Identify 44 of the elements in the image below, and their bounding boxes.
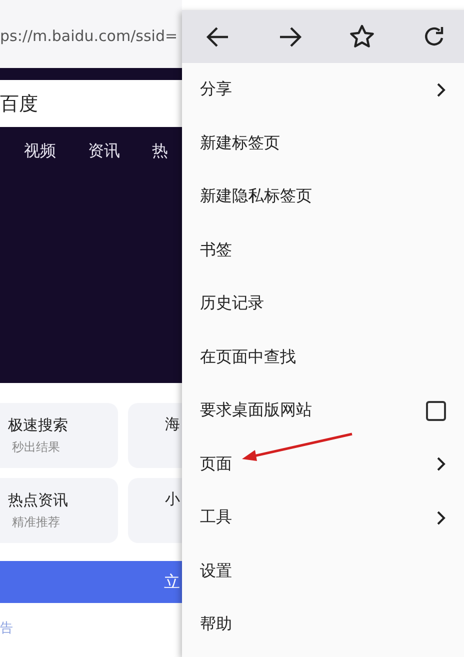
search-field[interactable]: 百度 (0, 80, 182, 127)
card-title: 海 (165, 415, 180, 434)
card-title: 极速搜索 (8, 416, 69, 434)
chevron-icon (436, 82, 446, 98)
nav-tab[interactable]: 视频 (24, 141, 56, 162)
menu-item-label: 书签 (200, 240, 232, 261)
card-subtitle: 精准推荐 (11, 514, 61, 530)
menu-item-label: 页面 (200, 454, 232, 475)
ad-label: 告 (0, 620, 14, 637)
chevron-icon (436, 456, 446, 472)
menu-item[interactable]: 新建标签页 (182, 116, 464, 170)
menu-item-label: 工具 (200, 507, 232, 528)
menu-item[interactable]: 历史记录 (182, 277, 464, 330)
menu-item[interactable]: 帮助 (182, 598, 464, 652)
menu-item[interactable]: 设置 (182, 544, 464, 598)
menu-item-label: 在页面中查找 (200, 346, 296, 368)
chevron-icon (436, 510, 446, 526)
menu-item-label: 设置 (200, 560, 232, 582)
menu-item-label: 新建标签页 (200, 132, 280, 154)
card-title: 热点资讯 (8, 490, 69, 510)
nav-tab[interactable]: 资讯 (88, 141, 120, 162)
menu-item[interactable]: 要求桌面版网站 (182, 384, 464, 438)
feature-card[interactable]: 极速搜索 秒出结果 (0, 403, 118, 468)
checkbox[interactable] (426, 400, 446, 421)
feature-card[interactable]: 热点资讯 精准推荐 (0, 478, 118, 543)
menu-item[interactable]: 书签 (182, 224, 464, 277)
action-button[interactable]: 立 (0, 561, 182, 603)
menu-item-label: 要求桌面版网站 (200, 400, 312, 422)
menu-item-label: 新建隐私标签页 (200, 186, 312, 208)
menu-item-label: 帮助 (200, 614, 232, 636)
card-subtitle: 秒出结果 (11, 438, 61, 456)
menu-item[interactable]: 页面 (182, 438, 464, 491)
card-title: 小 (165, 490, 180, 509)
url-text: ps://m.baidu.com/ssid= (0, 27, 178, 45)
feature-card[interactable]: 海 (128, 403, 182, 468)
nav-tab[interactable]: 热 (152, 141, 168, 162)
feature-card[interactable]: 小 (128, 478, 182, 543)
menu-item[interactable]: 在页面中查找 (182, 330, 464, 384)
menu-item[interactable]: 新建隐私标签页 (182, 170, 464, 224)
menu-item[interactable]: 分享 (182, 63, 464, 116)
star-icon[interactable] (348, 22, 376, 50)
menu-item-label: 分享 (200, 79, 232, 100)
menu-item-label: 历史记录 (200, 293, 264, 314)
menu-item[interactable]: 工具 (182, 491, 464, 544)
